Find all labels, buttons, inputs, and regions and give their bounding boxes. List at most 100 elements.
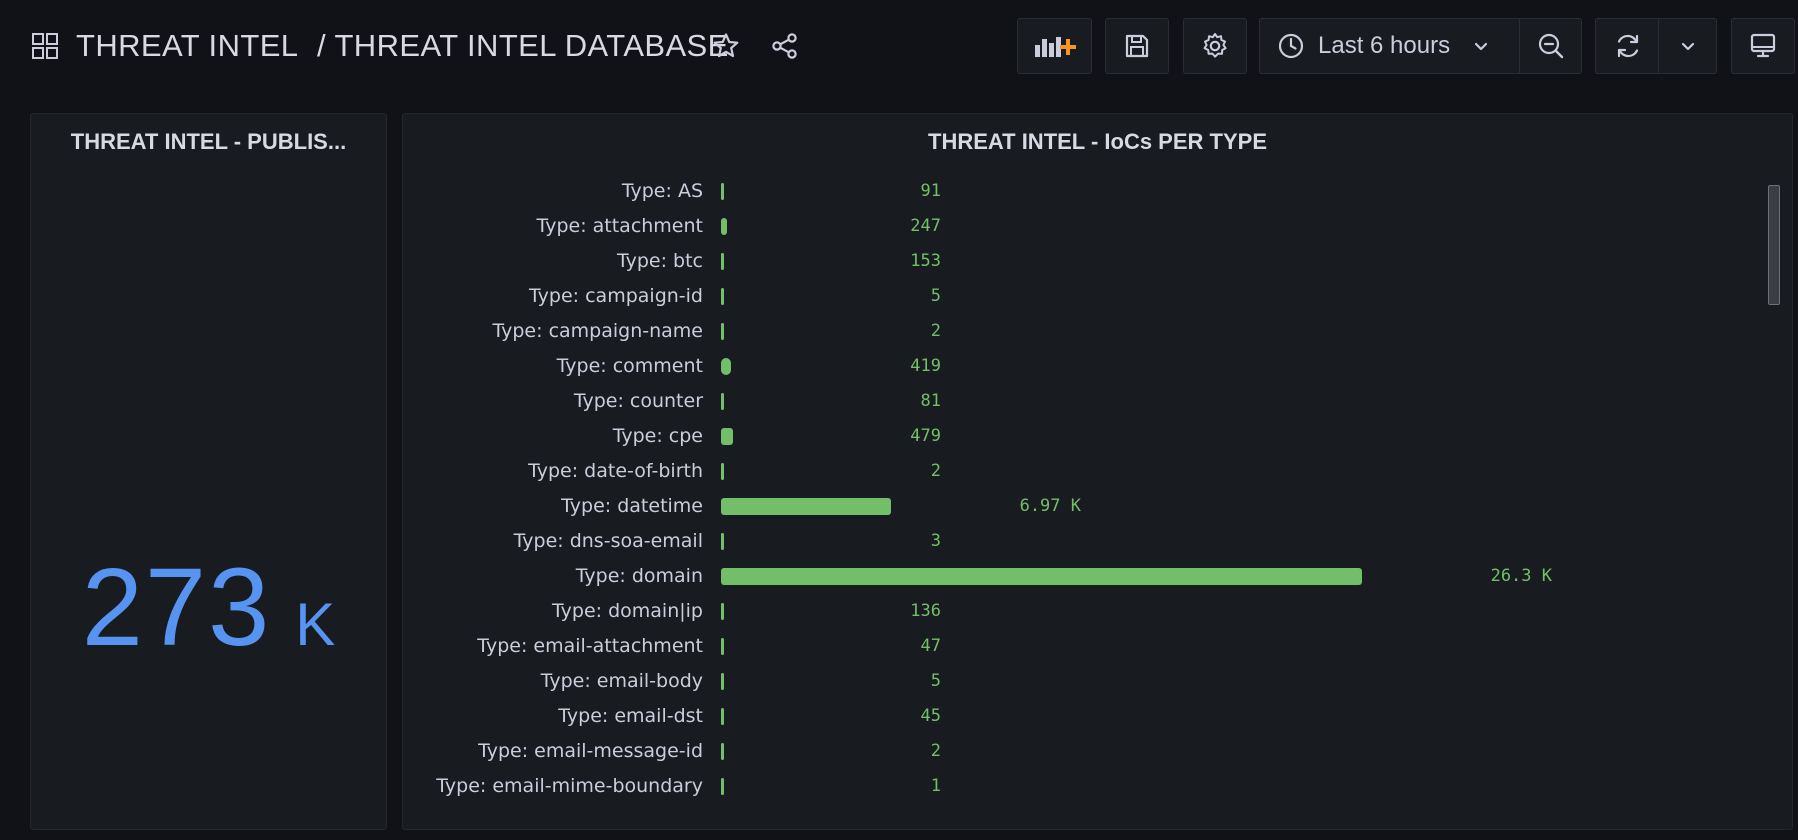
bar-label: Type: email-attachment (477, 635, 703, 657)
bar-row: Type: email-dst 45 (403, 699, 1752, 734)
bar-value: 2 (930, 321, 941, 341)
bar-row: Type: datetime 6.97 K (403, 489, 1752, 524)
stat-unit: K (295, 591, 336, 658)
clock-icon (1278, 33, 1304, 59)
bar-row: Type: date-of-birth 2 (403, 454, 1752, 489)
bar-value: 47 (920, 636, 941, 656)
bar-row: Type: email-message-id 2 (403, 734, 1752, 769)
add-panel-button[interactable] (1017, 18, 1092, 74)
breadcrumb-folder[interactable]: THREAT INTEL (76, 25, 298, 67)
bar-label: Type: domain|ip (552, 600, 703, 622)
bar-value: 3 (930, 531, 941, 551)
bar-row: Type: domain 26.3 K (403, 559, 1752, 594)
bar-label: Type: email-message-id (478, 740, 703, 762)
share-icon[interactable] (771, 32, 799, 60)
bar-label: Type: btc (616, 250, 703, 272)
bar-label: Type: counter (573, 390, 703, 412)
bar (721, 603, 724, 620)
bar-label: Type: date-of-birth (528, 460, 703, 482)
refresh-interval-dropdown[interactable] (1658, 18, 1717, 74)
panel-scrollbar[interactable] (1768, 185, 1780, 305)
bar-row: Type: email-attachment 47 (403, 629, 1752, 664)
time-range-picker[interactable]: Last 6 hours (1259, 18, 1520, 74)
refresh-button[interactable] (1595, 18, 1659, 74)
bar-label: Type: attachment (536, 215, 703, 237)
save-dashboard-button[interactable] (1105, 18, 1169, 74)
zoom-out-button[interactable] (1519, 18, 1582, 74)
bar-row: Type: counter 81 (403, 384, 1752, 419)
bar (721, 393, 724, 410)
bar (721, 253, 724, 270)
bar (721, 638, 724, 655)
bar-panel-title[interactable]: THREAT INTEL - IoCs PER TYPE (403, 129, 1792, 155)
bar-row: Type: AS 91 (403, 174, 1752, 209)
bar-label: Type: campaign-id (529, 285, 703, 307)
bar-value: 153 (910, 251, 941, 271)
add-panel-icon (1034, 37, 1076, 57)
refresh-icon (1617, 34, 1638, 58)
bar-value: 247 (910, 216, 941, 236)
bar (721, 288, 724, 305)
bar-row: Type: domain|ip 136 (403, 594, 1752, 629)
bar-value: 91 (920, 181, 941, 201)
bar-value: 479 (910, 426, 941, 446)
bar-row: Type: cpe 479 (403, 419, 1752, 454)
bar-row: Type: dns-soa-email 3 (403, 524, 1752, 559)
bar-value: 45 (920, 706, 941, 726)
top-navbar: THREAT INTEL / THREAT INTEL DATABASE Las… (0, 0, 1798, 92)
bar (721, 673, 724, 690)
bar-value: 6.97 K (1019, 496, 1081, 516)
bar-row: Type: email-body 5 (403, 664, 1752, 699)
bar-row: Type: campaign-name 2 (403, 314, 1752, 349)
bar-label: Type: email-body (540, 670, 703, 692)
bar-label: Type: AS (621, 180, 703, 202)
bar-label: Type: comment (556, 355, 703, 377)
bar-label: Type: cpe (612, 425, 703, 447)
bar (721, 358, 731, 375)
bar (721, 183, 724, 200)
zoom-out-icon (1538, 33, 1563, 59)
dashboard-grid-icon (32, 33, 58, 59)
bar-row: Type: campaign-id 5 (403, 279, 1752, 314)
bar-value: 2 (930, 461, 941, 481)
bar-row: Type: comment 419 (403, 349, 1752, 384)
bar (721, 778, 724, 795)
bar-value: 5 (930, 671, 941, 691)
bar (721, 463, 724, 480)
chevron-down-icon (1681, 42, 1694, 51)
bar-gauge-area: Type: AS 91 Type: attachment 247 Type: btc 15… (403, 174, 1752, 829)
stat-panel-title[interactable]: THREAT INTEL - PUBLIS... (31, 129, 386, 155)
bar-row: Type: btc 153 (403, 244, 1752, 279)
bar-row: Type: attachment 247 (403, 209, 1752, 244)
bar-value: 136 (910, 601, 941, 621)
monitor-icon (1750, 33, 1776, 58)
star-icon[interactable] (712, 32, 740, 60)
bar-label: Type: domain (575, 565, 703, 587)
stat-number: 273 (81, 546, 272, 669)
bar-value: 1 (930, 776, 941, 796)
bar (721, 498, 891, 515)
bar (721, 708, 724, 725)
chevron-down-icon (1474, 42, 1488, 51)
bar-value: 81 (920, 391, 941, 411)
bar-label: Type: datetime (561, 495, 703, 517)
bar-value: 26.3 K (1490, 566, 1552, 586)
bar-label: Type: campaign-name (492, 320, 703, 342)
bar-value: 2 (930, 741, 941, 761)
bar (721, 568, 1362, 585)
bar (721, 428, 733, 445)
breadcrumb-dashboard-title[interactable]: / THREAT INTEL DATABASE (317, 25, 729, 67)
bar-label: Type: email-mime-boundary (436, 775, 703, 797)
bar (721, 323, 724, 340)
tv-mode-button[interactable] (1731, 18, 1795, 74)
time-range-label: Last 6 hours (1318, 32, 1451, 59)
bar-gauge-panel[interactable]: THREAT INTEL - IoCs PER TYPE Type: AS 91 T… (402, 113, 1793, 830)
dashboard-settings-button[interactable] (1183, 18, 1247, 74)
bar (721, 533, 724, 550)
bar (721, 743, 724, 760)
save-icon (1125, 34, 1149, 58)
bar-value: 5 (930, 286, 941, 306)
stat-value: 273 K (31, 544, 386, 669)
stat-panel[interactable]: THREAT INTEL - PUBLIS... 273 K (30, 113, 387, 830)
bar (721, 218, 727, 235)
